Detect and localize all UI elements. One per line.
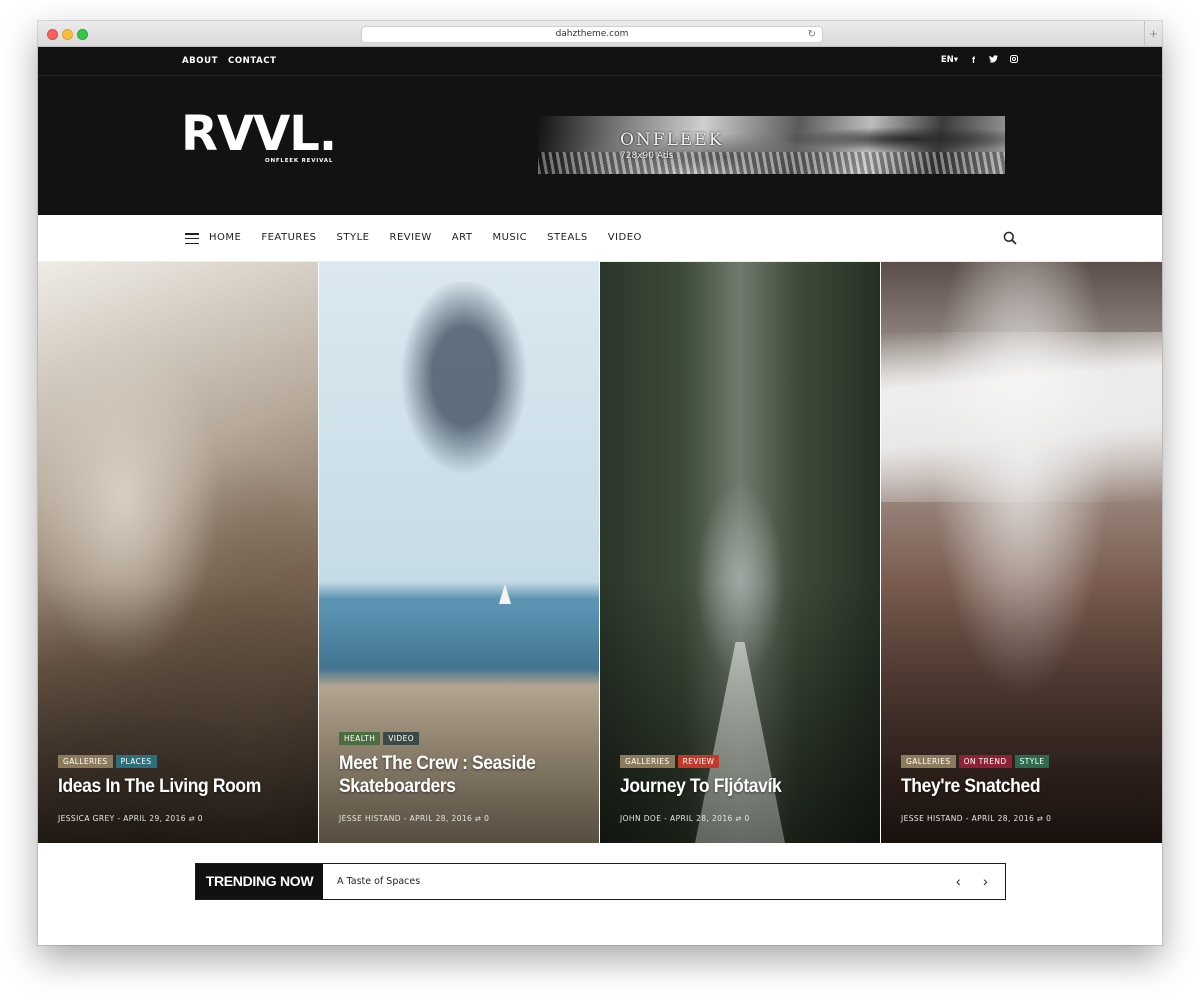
card-tags: GALLERIES PLACES [58, 755, 308, 768]
ad-size: 728x90 Ads [620, 151, 674, 161]
sailboat-graphic [499, 584, 511, 604]
tag-on-trend[interactable]: ON TREND [958, 755, 1012, 768]
card-title[interactable]: Meet The Crew : Seaside Skateboarders [339, 752, 569, 798]
featured-card[interactable]: GALLERIES REVIEW Journey To Fljótavík JO… [600, 262, 880, 843]
paint-stroke-graphic [881, 332, 1162, 502]
tag-places[interactable]: PLACES [115, 755, 157, 768]
nav-item-art[interactable]: ART [452, 232, 473, 243]
browser-window: dahztheme.com ↻ + ABOUT CONTACT EN▾ f RV… [38, 21, 1162, 945]
card-byline: JOHN DOE - APRIL 28, 2016 ⇄ 0 [620, 814, 870, 823]
card-tags: GALLERIES REVIEW [620, 755, 870, 768]
about-link[interactable]: ABOUT [182, 56, 218, 66]
new-tab-icon[interactable]: + [1144, 21, 1162, 47]
nav-items: HOME FEATURES STYLE REVIEW ART MUSIC STE… [209, 232, 662, 243]
comment-count: 0 [197, 814, 203, 823]
tag-video[interactable]: VIDEO [383, 732, 420, 745]
trending-bar: TRENDING NOW A Taste of Spaces ‹ › [195, 863, 1006, 900]
comment-icon: ⇄ [735, 815, 742, 823]
comment-icon: ⇄ [475, 815, 482, 823]
card-byline: JESSICA GREY - APRIL 29, 2016 ⇄ 0 [58, 814, 308, 823]
nav-item-video[interactable]: VIDEO [608, 232, 642, 243]
tag-galleries[interactable]: GALLERIES [58, 755, 113, 768]
nav-item-style[interactable]: STYLE [337, 232, 370, 243]
browser-titlebar: dahztheme.com ↻ + [38, 21, 1162, 47]
nav-item-features[interactable]: FEATURES [261, 232, 316, 243]
featured-card[interactable]: HEALTH VIDEO Meet The Crew : Seaside Ska… [319, 262, 599, 843]
nav-item-music[interactable]: MUSIC [492, 232, 527, 243]
card-meta: GALLERIES ON TREND STYLE They're Snatche… [901, 755, 1151, 843]
card-meta: HEALTH VIDEO Meet The Crew : Seaside Ska… [339, 732, 589, 843]
top-right-tools: EN▾ f [941, 55, 1018, 65]
card-tags: HEALTH VIDEO [339, 732, 589, 745]
card-meta: GALLERIES REVIEW Journey To Fljótavík JO… [620, 755, 870, 843]
featured-card[interactable]: GALLERIES ON TREND STYLE They're Snatche… [881, 262, 1162, 843]
comment-count: 0 [1046, 814, 1052, 823]
site-logo[interactable]: RVVL. [181, 110, 337, 158]
facebook-icon[interactable]: f [969, 55, 978, 65]
language-selector[interactable]: EN▾ [941, 55, 958, 65]
tag-review[interactable]: REVIEW [677, 755, 720, 768]
header-ad-banner[interactable]: ONFLEEK 728x90 Ads [538, 116, 1005, 174]
instagram-icon[interactable] [1009, 55, 1018, 65]
card-title[interactable]: Journey To Fljótavík [620, 775, 850, 798]
top-bar: ABOUT CONTACT EN▾ f [38, 47, 1162, 76]
trending-label: TRENDING NOW [196, 864, 323, 899]
tag-health[interactable]: HEALTH [339, 732, 381, 745]
tag-galleries[interactable]: GALLERIES [901, 755, 956, 768]
byline-text: JOHN DOE - APRIL 28, 2016 [620, 814, 736, 823]
minimize-window-button[interactable] [62, 29, 73, 40]
address-bar-url: dahztheme.com [555, 29, 629, 39]
card-title[interactable]: Ideas In The Living Room [58, 775, 288, 798]
hamburger-menu-icon[interactable] [185, 233, 199, 245]
featured-grid: GALLERIES PLACES Ideas In The Living Roo… [38, 262, 1162, 843]
tag-style[interactable]: STYLE [1014, 755, 1050, 768]
ad-wave-graphic [538, 152, 1005, 174]
search-icon[interactable] [1003, 231, 1017, 245]
twitter-icon[interactable] [989, 55, 998, 65]
site-tagline: ONFLEEK REVIVAL [265, 158, 334, 164]
nav-item-review[interactable]: REVIEW [390, 232, 432, 243]
featured-card[interactable]: GALLERIES PLACES Ideas In The Living Roo… [38, 262, 318, 843]
maximize-window-button[interactable] [77, 29, 88, 40]
chevron-left-icon[interactable]: ‹ [956, 872, 961, 890]
card-meta: GALLERIES PLACES Ideas In The Living Roo… [58, 755, 308, 843]
byline-text: JESSE HISTAND - APRIL 28, 2016 [339, 814, 476, 823]
site-header: RVVL. ONFLEEK REVIVAL ONFLEEK 728x90 Ads [38, 76, 1162, 215]
comment-icon: ⇄ [1037, 815, 1044, 823]
card-tags: GALLERIES ON TREND STYLE [901, 755, 1151, 768]
chevron-right-icon[interactable]: › [983, 872, 988, 890]
comment-icon: ⇄ [188, 815, 195, 823]
close-window-button[interactable] [47, 29, 58, 40]
address-bar[interactable]: dahztheme.com ↻ [361, 26, 823, 43]
contact-link[interactable]: CONTACT [228, 56, 277, 66]
card-byline: JESSE HISTAND - APRIL 28, 2016 ⇄ 0 [901, 814, 1151, 823]
byline-text: JESSE HISTAND - APRIL 28, 2016 [901, 814, 1038, 823]
nav-item-steals[interactable]: STEALS [547, 232, 588, 243]
card-title[interactable]: They're Snatched [901, 775, 1131, 798]
tag-galleries[interactable]: GALLERIES [620, 755, 675, 768]
main-nav: HOME FEATURES STYLE REVIEW ART MUSIC STE… [38, 215, 1162, 262]
comment-count: 0 [744, 814, 750, 823]
byline-text: JESSICA GREY - APRIL 29, 2016 [58, 814, 189, 823]
skater-photo [389, 282, 539, 492]
card-byline: JESSE HISTAND - APRIL 28, 2016 ⇄ 0 [339, 814, 589, 823]
nav-item-home[interactable]: HOME [209, 232, 241, 243]
top-links: ABOUT CONTACT [182, 56, 277, 66]
comment-count: 0 [484, 814, 490, 823]
ad-title: ONFLEEK [620, 130, 724, 150]
trending-headline[interactable]: A Taste of Spaces [337, 876, 420, 887]
reload-icon[interactable]: ↻ [808, 27, 816, 42]
